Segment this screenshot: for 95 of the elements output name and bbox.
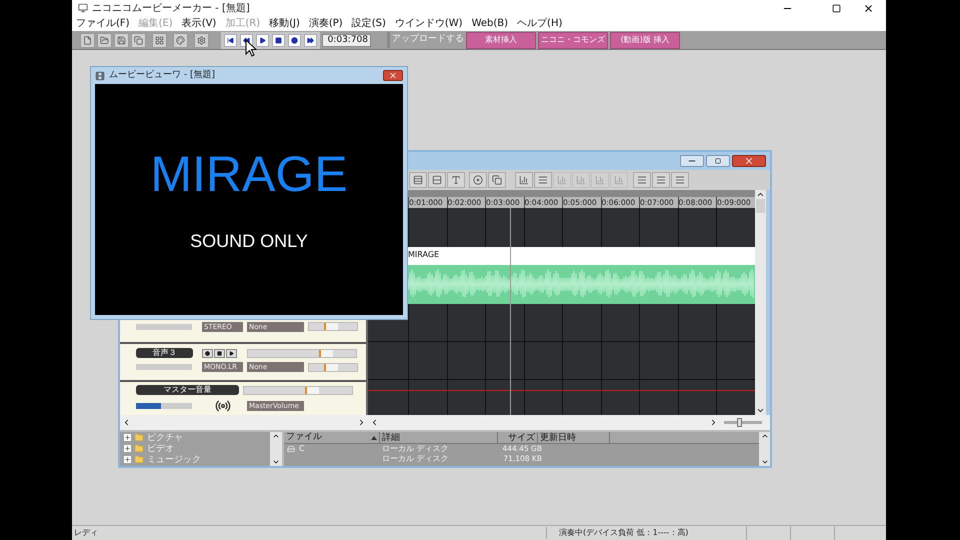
maximize-icon[interactable] bbox=[832, 4, 841, 12]
minimize-icon[interactable] bbox=[680, 155, 704, 167]
expand-icon[interactable] bbox=[124, 456, 131, 463]
stop-icon[interactable] bbox=[272, 34, 285, 46]
copy-icon[interactable] bbox=[131, 32, 146, 48]
level-meter bbox=[136, 324, 192, 330]
volume-slider[interactable] bbox=[243, 386, 353, 394]
expand-icon[interactable] bbox=[124, 434, 131, 441]
menu-item[interactable]: 設定(S) bbox=[352, 16, 386, 31]
menu-item[interactable]: Web(B) bbox=[472, 16, 508, 31]
sort-arrow-icon bbox=[371, 436, 377, 440]
scroll-left-icon[interactable] bbox=[122, 418, 131, 427]
file-name[interactable]: C bbox=[299, 443, 305, 455]
tree-item[interactable]: ビデオ bbox=[147, 444, 174, 454]
new-file-icon[interactable] bbox=[80, 32, 95, 48]
status-text: レディ bbox=[73, 527, 99, 539]
column-header[interactable]: 更新日時 bbox=[538, 432, 610, 443]
rows-icon[interactable] bbox=[409, 172, 427, 188]
action-button[interactable]: ニコニ・コモンズ bbox=[538, 32, 608, 48]
track-name: マスター音量 bbox=[136, 385, 239, 395]
grid-icon[interactable] bbox=[152, 32, 167, 48]
mouse-cursor-icon bbox=[245, 39, 257, 58]
rows-icon[interactable] bbox=[428, 172, 446, 188]
scrollbar-thumb[interactable] bbox=[756, 199, 765, 213]
lines-icon[interactable] bbox=[534, 172, 552, 188]
window-title: ニコニコムービーメーカー - [無題] bbox=[92, 2, 250, 16]
play-icon[interactable] bbox=[226, 348, 237, 358]
slider-thumb[interactable] bbox=[324, 364, 338, 370]
lines-icon[interactable] bbox=[671, 172, 689, 188]
record-icon[interactable] bbox=[202, 348, 213, 358]
video-headline: MIRAGE bbox=[150, 146, 348, 202]
viewer-title: ムービービューワ - [無題] bbox=[109, 68, 215, 82]
menu-item[interactable]: 表示(V) bbox=[182, 16, 216, 31]
level-meter bbox=[136, 364, 192, 370]
file-detail: ローカル ディスク bbox=[381, 453, 450, 465]
scroll-down-icon[interactable] bbox=[272, 458, 280, 466]
folder-icon bbox=[134, 455, 144, 464]
app-icon bbox=[78, 3, 88, 13]
slider-thumb[interactable] bbox=[318, 350, 332, 356]
record-icon[interactable] bbox=[288, 34, 301, 46]
scroll-up-icon[interactable] bbox=[272, 432, 280, 440]
slider-thumb[interactable] bbox=[305, 386, 320, 394]
clip-label: MIRAGE bbox=[408, 249, 440, 261]
scroll-right-icon[interactable] bbox=[709, 418, 718, 427]
drive-icon bbox=[286, 445, 296, 453]
scroll-up-icon[interactable] bbox=[756, 190, 765, 199]
skip-back-icon[interactable] bbox=[224, 34, 237, 46]
palette-icon[interactable] bbox=[173, 32, 188, 48]
save-icon[interactable] bbox=[114, 32, 129, 48]
menu-item[interactable]: ウインドウ(W) bbox=[394, 16, 463, 31]
action-button[interactable]: (動画)版 挿入 bbox=[610, 32, 680, 48]
settings-icon[interactable] bbox=[194, 32, 209, 48]
maximize-icon[interactable] bbox=[706, 155, 730, 167]
radio-icon bbox=[214, 398, 230, 414]
scroll-right-icon[interactable] bbox=[357, 418, 366, 427]
folder-icon bbox=[134, 444, 144, 453]
menu-item[interactable]: 移動(J) bbox=[269, 16, 300, 31]
slider-thumb[interactable] bbox=[737, 418, 742, 427]
film-icon bbox=[95, 70, 105, 80]
menu-item[interactable]: 演奏(P) bbox=[308, 16, 343, 31]
scroll-down-icon[interactable] bbox=[756, 406, 765, 415]
expand-icon[interactable] bbox=[124, 445, 131, 452]
fast-forward-icon[interactable] bbox=[304, 34, 317, 46]
lines-icon[interactable] bbox=[633, 172, 651, 188]
volume-slider[interactable] bbox=[247, 348, 357, 358]
column-header[interactable]: サイズ bbox=[498, 432, 538, 443]
close-icon[interactable] bbox=[863, 2, 874, 14]
video-caption: SOUND ONLY bbox=[190, 230, 308, 253]
volume-slider[interactable] bbox=[308, 362, 358, 372]
zoom-slider[interactable] bbox=[724, 418, 762, 427]
open-folder-icon[interactable] bbox=[97, 32, 112, 48]
time-display: 0:03:708 bbox=[322, 34, 371, 46]
volume-slider[interactable] bbox=[308, 322, 358, 331]
stop-icon[interactable] bbox=[214, 348, 225, 358]
tree-item[interactable]: ピクチャ bbox=[147, 432, 183, 442]
scroll-down-icon[interactable] bbox=[760, 458, 768, 466]
track-name: 音声３ bbox=[136, 348, 193, 358]
slider-thumb[interactable] bbox=[324, 323, 338, 330]
lines-icon[interactable] bbox=[652, 172, 670, 188]
menu-item[interactable]: ファイル(F) bbox=[76, 16, 130, 31]
copy-icon[interactable] bbox=[488, 172, 506, 188]
column-header[interactable]: ファイル bbox=[286, 430, 322, 444]
text-icon[interactable] bbox=[447, 172, 465, 188]
scroll-left-icon[interactable] bbox=[370, 418, 379, 427]
action-button[interactable]: 素材挿入 bbox=[466, 32, 536, 48]
bar-chart-icon[interactable] bbox=[515, 172, 533, 188]
file-detail: ローカル ディスク bbox=[381, 443, 450, 455]
status-text: 演奏中(デバイス負荷 低：1----：高) bbox=[546, 527, 746, 539]
close-icon[interactable] bbox=[383, 70, 403, 81]
tree-item[interactable]: ミュージック bbox=[147, 454, 201, 464]
menu-item[interactable]: ヘルプ(H) bbox=[517, 16, 562, 31]
scroll-up-icon[interactable] bbox=[760, 432, 768, 440]
folder-icon bbox=[134, 433, 144, 442]
play-icon[interactable] bbox=[256, 34, 269, 46]
column-header[interactable]: 詳細 bbox=[380, 432, 498, 443]
